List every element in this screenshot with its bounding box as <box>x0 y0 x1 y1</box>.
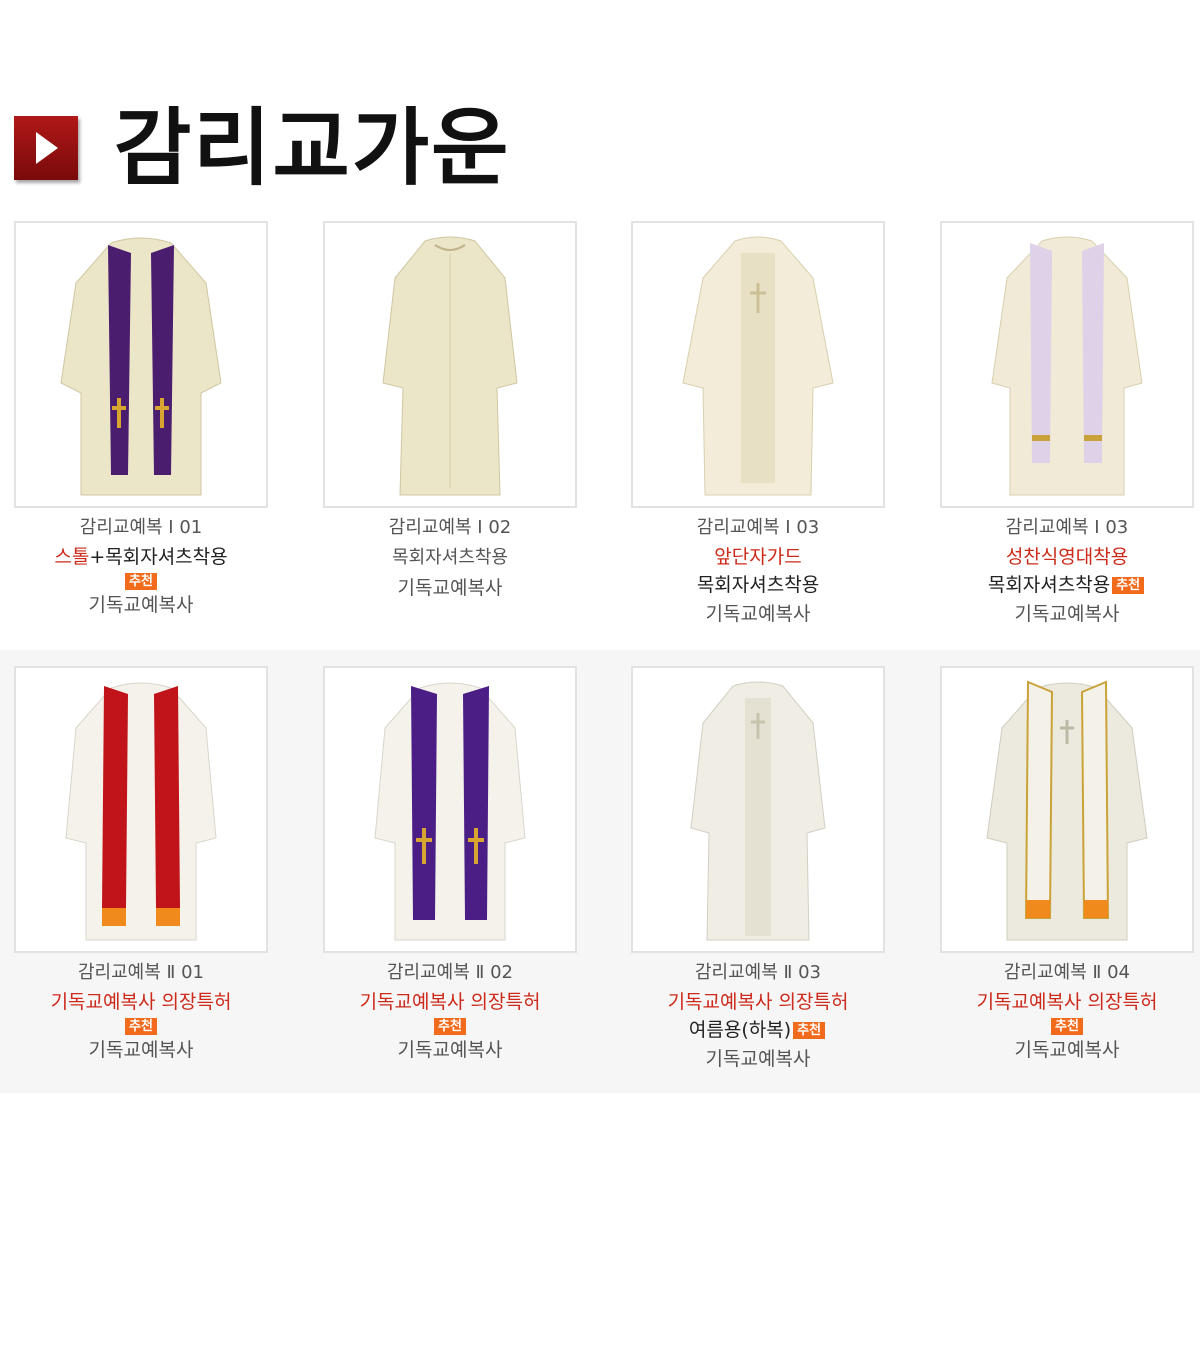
product-model: 감리교예복 Ⅰ 02 <box>388 517 512 538</box>
brand-link[interactable]: 기독교예복사 <box>303 573 597 603</box>
product-note: 여름용(하복) 추천 <box>611 1016 905 1044</box>
product-image-robe-purple-stole[interactable] <box>14 221 268 508</box>
product-image-robe-summer[interactable] <box>631 666 885 953</box>
product-info: 감리교예복 Ⅰ 03 성찬식영대착용 목회자셔츠착용 추천 기독교예복사 <box>920 513 1200 629</box>
product-info: 감리교예복 Ⅰ 01 스톨+목회자셔츠착용 추천 기독교예복사 <box>0 513 288 620</box>
brand-link[interactable]: 기독교예복사 <box>0 590 288 620</box>
play-arrow-icon <box>14 116 78 180</box>
recommend-badge: 추천 <box>1051 1018 1083 1035</box>
brand-link[interactable]: 기독교예복사 <box>611 1044 905 1074</box>
product-row-1: 감리교예복 Ⅰ 01 스톨+목회자셔츠착용 추천 기독교예복사 감리교예복 Ⅰ … <box>0 205 1200 650</box>
section-heading: 감리교가운 <box>14 98 510 198</box>
page-title: 감리교가운 <box>114 99 511 197</box>
recommend-badge: 추천 <box>1112 577 1145 594</box>
product-info: 감리교예복 Ⅱ 03 기독교예복사 의장특허 여름용(하복) 추천 기독교예복사 <box>611 958 905 1074</box>
product-image-robe-lavender-stole[interactable] <box>940 221 1194 508</box>
product-info: 감리교예복 Ⅱ 02 기독교예복사 의장특허 추천 기독교예복사 <box>303 958 597 1065</box>
recommend-badge: 추천 <box>434 1018 466 1035</box>
product-row-2: 감리교예복 Ⅱ 01 기독교예복사 의장특허 추천 기독교예복사 감리교예복 Ⅱ… <box>0 650 1200 1093</box>
product-feature: 기독교예복사 의장특허 <box>50 991 232 1013</box>
brand-link[interactable]: 기독교예복사 <box>920 599 1200 629</box>
product-feature: 성찬식영대착용 <box>1005 546 1129 568</box>
recommend-badge: 추천 <box>793 1022 826 1039</box>
product-feature: 앞단자가드 <box>714 546 802 568</box>
product-model: 감리교예복 Ⅱ 03 <box>694 962 821 983</box>
product-model: 감리교예복 Ⅰ 01 <box>79 517 203 538</box>
product-info: 감리교예복 Ⅱ 04 기독교예복사 의장특허 추천 기독교예복사 <box>920 958 1200 1065</box>
product-note: 목회자셔츠착용 <box>696 574 820 596</box>
product-model: 감리교예복 Ⅱ 02 <box>386 962 513 983</box>
product-info: 감리교예복 Ⅰ 02 목회자셔츠착용 기독교예복사 <box>303 513 597 603</box>
recommend-badge: 추천 <box>125 573 157 590</box>
product-note: 목회자셔츠착용 추천 <box>920 571 1200 599</box>
product-image-robe-front-cross[interactable] <box>631 221 885 508</box>
product-feature: 기독교예복사 의장특허 <box>359 991 541 1013</box>
product-feature: 기독교예복사 의장특허 <box>976 991 1158 1013</box>
recommend-badge: 추천 <box>125 1018 157 1035</box>
product-image-robe-plain[interactable] <box>323 221 577 508</box>
brand-link[interactable]: 기독교예복사 <box>0 1035 288 1065</box>
product-note: 스톨+목회자셔츠착용 <box>54 546 228 568</box>
product-note: 목회자셔츠착용 <box>392 547 508 568</box>
product-model: 감리교예복 Ⅱ 01 <box>77 962 204 983</box>
brand-link[interactable]: 기독교예복사 <box>920 1035 1200 1065</box>
brand-link[interactable]: 기독교예복사 <box>303 1035 597 1065</box>
product-model: 감리교예복 Ⅰ 03 <box>696 517 820 538</box>
product-info: 감리교예복 Ⅱ 01 기독교예복사 의장특허 추천 기독교예복사 <box>0 958 288 1065</box>
product-image-robe-white-stole[interactable] <box>940 666 1194 953</box>
brand-link[interactable]: 기독교예복사 <box>611 599 905 629</box>
product-model: 감리교예복 Ⅱ 04 <box>1003 962 1130 983</box>
product-info: 감리교예복 Ⅰ 03 앞단자가드 목회자셔츠착용 기독교예복사 <box>611 513 905 629</box>
product-image-robe-red-stole[interactable] <box>14 666 268 953</box>
product-model: 감리교예복 Ⅰ 03 <box>1005 517 1129 538</box>
product-image-robe-purple-stole-2[interactable] <box>323 666 577 953</box>
product-feature: 기독교예복사 의장특허 <box>667 991 849 1013</box>
